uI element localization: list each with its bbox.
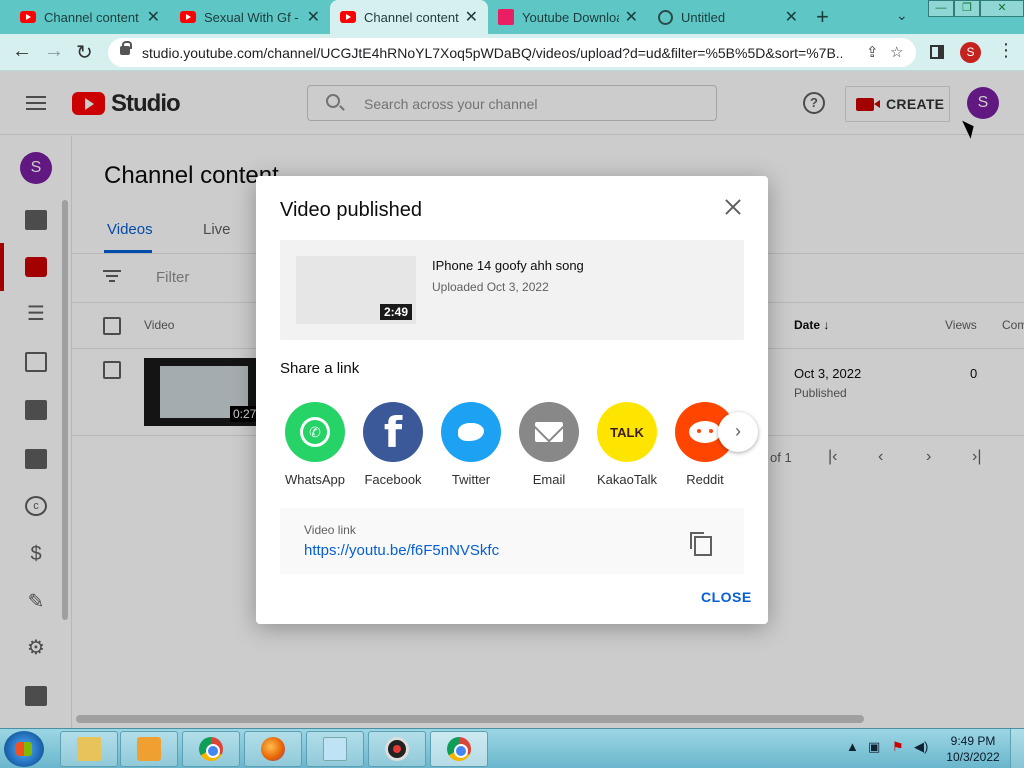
chrome-icon: [447, 737, 471, 761]
taskbar-chrome[interactable]: [182, 731, 240, 767]
chrome-icon: [199, 737, 223, 761]
tab-search-chevron-icon[interactable]: ⌄: [896, 7, 908, 24]
share-label: Facebook: [364, 472, 422, 487]
reload-icon[interactable]: ↻: [76, 40, 93, 65]
share-whatsapp-button[interactable]: ✆ WhatsApp: [280, 402, 350, 487]
restore-button[interactable]: ❐: [954, 0, 980, 17]
globe-icon: [658, 9, 673, 25]
show-desktop-button[interactable]: [1010, 729, 1024, 768]
share-label: Twitter: [451, 472, 491, 487]
window-controls: — ❐ ✕: [928, 0, 1024, 18]
forward-arrow-icon[interactable]: →: [44, 40, 64, 63]
back-arrow-icon[interactable]: ←: [12, 40, 32, 63]
taskbar-explorer[interactable]: [60, 731, 118, 767]
share-next-chevron-icon[interactable]: ›: [718, 412, 758, 452]
close-icon[interactable]: ✕: [465, 7, 478, 27]
browser-profile-avatar[interactable]: S: [960, 42, 981, 63]
video-published-dialog: Video published 2:49 IPhone 14 goofy ahh…: [256, 176, 768, 624]
youtube-icon: [20, 11, 36, 23]
browser-menu-icon[interactable]: ⋮: [997, 40, 1015, 61]
tray-expand-icon[interactable]: ▲: [846, 739, 859, 754]
window-close-button[interactable]: ✕: [980, 0, 1024, 17]
browser-tab-video[interactable]: Sexual With Gf - Y ✕: [170, 0, 330, 34]
browser-toolbar: ← → ↻ studio.youtube.com/channel/UCGJtE4…: [0, 34, 1024, 71]
address-bar[interactable]: studio.youtube.com/channel/UCGJtE4hRNoYL…: [108, 38, 916, 67]
close-button[interactable]: CLOSE: [701, 589, 752, 605]
lock-icon[interactable]: [120, 41, 132, 55]
tab-title: Channel content: [44, 9, 139, 25]
video-thumbnail: 2:49: [296, 256, 416, 324]
close-icon[interactable]: ✕: [625, 7, 638, 27]
close-icon[interactable]: ✕: [147, 7, 160, 27]
browser-tab-channel-content-active[interactable]: Channel content ✕: [330, 0, 488, 34]
share-label: WhatsApp: [285, 472, 345, 487]
twitter-icon: [441, 402, 501, 462]
share-label: KakaoTalk: [597, 472, 657, 487]
share-icon[interactable]: ⇪: [866, 43, 879, 61]
taskbar-firefox[interactable]: [244, 731, 302, 767]
folder-icon: [77, 737, 101, 761]
share-label: Email: [532, 472, 566, 487]
video-link-label: Video link: [304, 523, 356, 537]
browser-tab-youtube-downloader[interactable]: Youtube Downloa ✕: [488, 0, 648, 34]
copy-icon[interactable]: [690, 532, 712, 556]
side-panel-icon[interactable]: [930, 45, 944, 59]
tab-title: Sexual With Gf - Y: [204, 9, 301, 25]
share-email-button[interactable]: Email: [514, 402, 584, 487]
video-duration: 2:49: [380, 304, 413, 320]
action-center-icon[interactable]: ⚑: [892, 739, 904, 755]
clock-time: 9:49 PM: [950, 734, 996, 748]
taskbar-recorder[interactable]: [368, 731, 426, 767]
email-icon: [519, 402, 579, 462]
clock-date: 10/3/2022: [946, 750, 1000, 764]
network-icon[interactable]: ▣: [868, 739, 880, 755]
start-button[interactable]: [4, 731, 44, 767]
youtube-icon: [340, 11, 356, 23]
share-twitter-button[interactable]: Twitter: [436, 402, 506, 487]
video-link-url[interactable]: https://youtu.be/f6F5nNVSkfc: [304, 542, 499, 559]
close-icon[interactable]: ✕: [307, 7, 320, 27]
published-video-card: 2:49 IPhone 14 goofy ahh song Uploaded O…: [280, 240, 744, 340]
facebook-icon: f: [363, 402, 423, 462]
tab-title: Youtube Downloa: [522, 9, 619, 25]
whatsapp-icon: ✆: [285, 402, 345, 462]
download-icon: [498, 9, 514, 25]
share-facebook-button[interactable]: f Facebook: [358, 402, 428, 487]
browser-tab-strip: Channel content ✕ Sexual With Gf - Y ✕ C…: [0, 0, 1024, 34]
share-label: Reddit: [686, 472, 724, 487]
recorder-icon: [385, 737, 409, 761]
video-link-box: Video link https://youtu.be/f6F5nNVSkfc: [280, 508, 744, 574]
windows-taskbar: ▲ ▣ ⚑ ◀) 9:49 PM 10/3/2022: [0, 728, 1024, 768]
system-clock[interactable]: 9:49 PM 10/3/2022: [946, 733, 1000, 765]
dialog-title: Video published: [280, 199, 422, 221]
tab-title: Untitled: [681, 9, 726, 25]
upload-date: Uploaded Oct 3, 2022: [432, 280, 549, 294]
browser-tab-untitled[interactable]: Untitled ✕: [648, 0, 808, 34]
notepad-icon: [323, 737, 347, 761]
youtube-icon: [180, 11, 196, 23]
tab-title: Channel content: [364, 9, 459, 25]
bookmark-star-icon[interactable]: ☆: [890, 43, 903, 61]
browser-tab-channel-content-1[interactable]: Channel content ✕: [10, 0, 170, 34]
volume-icon[interactable]: ◀): [914, 739, 928, 755]
media-player-icon: [137, 737, 161, 761]
video-title: IPhone 14 goofy ahh song: [432, 258, 584, 273]
taskbar-notepad[interactable]: [306, 731, 364, 767]
close-icon[interactable]: [722, 196, 744, 218]
new-tab-button[interactable]: +: [816, 4, 829, 30]
taskbar-media-player[interactable]: [120, 731, 178, 767]
minimize-button[interactable]: —: [928, 0, 954, 17]
share-heading: Share a link: [280, 360, 360, 377]
firefox-icon: [261, 737, 285, 761]
share-kakaotalk-button[interactable]: TALK KakaoTalk: [592, 402, 662, 487]
url-text: studio.youtube.com/channel/UCGJtE4hRNoYL…: [142, 45, 842, 61]
close-icon[interactable]: ✕: [785, 7, 798, 27]
taskbar-chrome-profile[interactable]: [430, 731, 488, 767]
kakaotalk-icon: TALK: [597, 402, 657, 462]
